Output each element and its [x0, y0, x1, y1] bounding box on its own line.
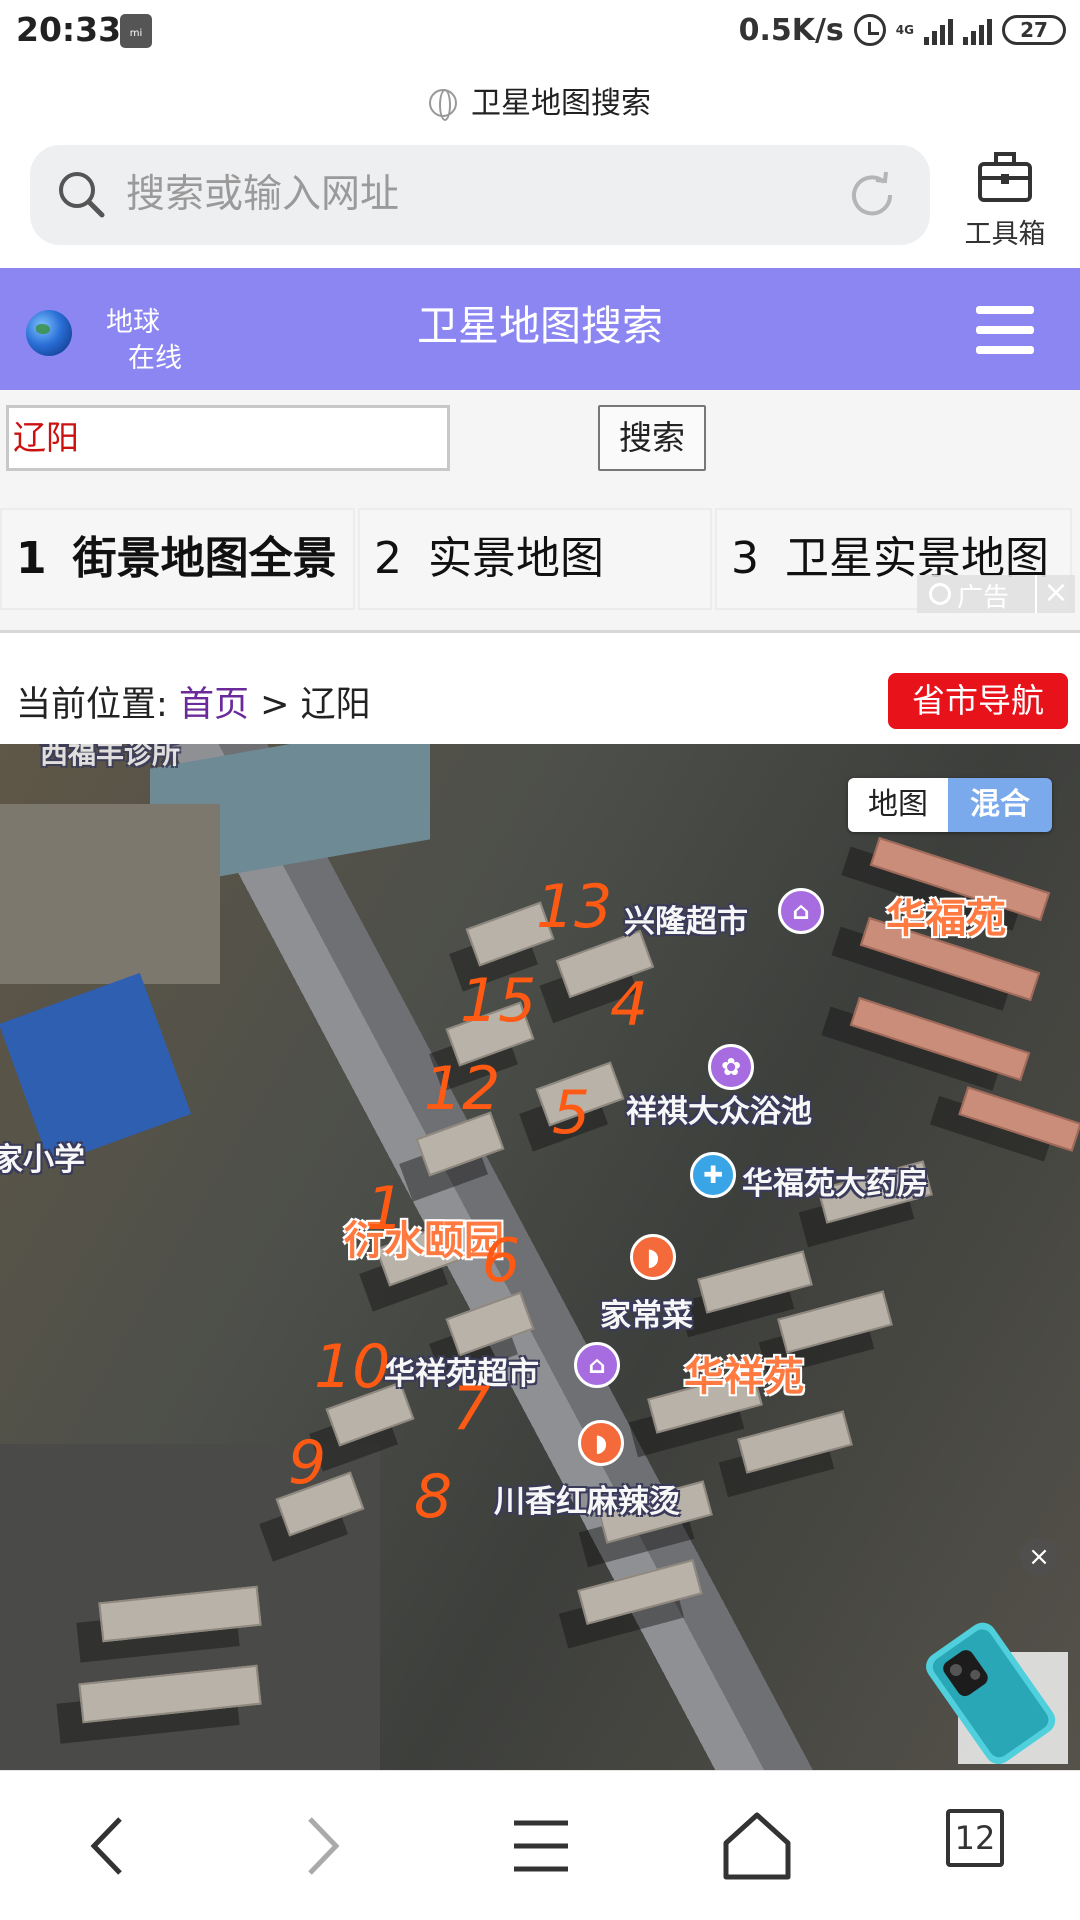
page-title: 卫星地图搜索 — [0, 78, 1080, 124]
tab-real-map[interactable]: 2 实景地图 — [358, 508, 712, 610]
floating-phone-ad[interactable] — [918, 1612, 1068, 1764]
handwritten-annotation: 12 — [424, 1054, 501, 1124]
tab-number: 1 — [16, 533, 47, 584]
satellite-map[interactable]: 西福丰诊所 兴隆超市 ⌂ 华福苑 ✿ 祥祺大众浴池 ✚ 华福苑大药房 衍水颐园 … — [0, 744, 1080, 1770]
building — [577, 1559, 703, 1625]
building — [737, 1410, 853, 1474]
logo-text-line1[interactable]: 地球 — [106, 300, 160, 339]
building — [849, 996, 1031, 1082]
map-type-toggle: 地图 混合 — [848, 778, 1052, 832]
address-input[interactable]: 搜索或输入网址 — [126, 145, 399, 245]
breadcrumb-prefix: 当前位置: — [16, 685, 168, 725]
handwritten-annotation: 8 — [414, 1462, 453, 1532]
earth-logo-icon[interactable] — [26, 310, 72, 356]
home-icon[interactable] — [712, 1801, 802, 1891]
pharmacy-icon[interactable]: ✚ — [690, 1152, 736, 1198]
map-label-huaxiangyuan[interactable]: 华祥苑 — [684, 1344, 804, 1402]
handwritten-annotation: 7 — [452, 1374, 491, 1444]
status-time: 20:33 — [16, 10, 122, 49]
network-type: 4G — [895, 23, 914, 37]
map-label-huafuyuan[interactable]: 华福苑 — [886, 886, 1006, 944]
map-label-school[interactable]: 家小学 — [0, 1134, 85, 1179]
handwritten-annotation: 13 — [536, 872, 613, 942]
hamburger-menu-icon[interactable] — [976, 306, 1034, 356]
breadcrumb-separator: > — [260, 685, 290, 725]
tab-label: 街景地图全景 — [72, 533, 337, 584]
ad-close-icon[interactable]: × — [1035, 575, 1075, 613]
signal-icon — [924, 15, 953, 45]
handwritten-annotation: 10 — [314, 1332, 391, 1402]
menu-icon[interactable] — [496, 1801, 586, 1891]
network-speed: 0.5K/s — [738, 12, 844, 48]
globe-icon — [429, 89, 457, 121]
site-header: 地球 在线 卫星地图搜索 — [0, 268, 1080, 390]
map-type-mixed-button[interactable]: 混合 — [948, 778, 1052, 832]
map-label-pharmacy[interactable]: 华福苑大药房 — [742, 1158, 928, 1203]
restaurant-icon-2[interactable]: ◗ — [578, 1420, 624, 1466]
toolbox-icon — [978, 152, 1032, 202]
map-label-clinic: 西福丰诊所 — [40, 744, 181, 770]
ad-label: 广告 — [957, 583, 1010, 613]
tab-number: 3 — [731, 533, 759, 584]
handwritten-annotation: 9 — [288, 1428, 327, 1498]
breadcrumb-current: 辽阳 — [300, 685, 371, 725]
tab-label: 实景地图 — [428, 533, 604, 584]
province-nav-button[interactable]: 省市导航 — [888, 673, 1068, 729]
browser-bottom-nav: 12 — [0, 1770, 1080, 1920]
forward-icon[interactable] — [278, 1801, 368, 1891]
breadcrumb-home-link[interactable]: 首页 — [179, 685, 249, 725]
handwritten-annotation: 1 — [366, 1174, 405, 1244]
mi-notification-icon: mi — [120, 14, 152, 48]
address-bar[interactable]: 搜索或输入网址 — [30, 145, 930, 245]
city-search-input[interactable]: 辽阳 — [6, 405, 450, 471]
toolbox-button[interactable]: 工具箱 — [950, 148, 1060, 250]
building — [958, 1086, 1080, 1152]
ad-info-icon — [929, 583, 951, 605]
city-search-button[interactable]: 搜索 — [598, 405, 706, 471]
status-bar: 20:33 mi 0.5K/s 4G 27 — [0, 0, 1080, 66]
map-label-malatang[interactable]: 川香红麻辣烫 — [494, 1476, 680, 1521]
handwritten-annotation: 6 — [482, 1226, 521, 1296]
bathhouse-icon[interactable]: ✿ — [708, 1044, 754, 1090]
village-area — [0, 804, 220, 984]
floating-ad-close-icon[interactable]: × — [1020, 1538, 1058, 1576]
divider — [0, 630, 1080, 633]
tab-number: 2 — [374, 533, 402, 584]
breadcrumb: 当前位置: 首页 > 辽阳 — [16, 676, 371, 727]
supermarket-icon-2[interactable]: ⌂ — [574, 1342, 620, 1388]
search-icon — [59, 172, 105, 218]
supermarket-icon[interactable]: ⌂ — [778, 888, 824, 934]
toolbox-label: 工具箱 — [964, 219, 1046, 250]
logo-text-line2[interactable]: 在线 — [128, 336, 182, 375]
ad-badge[interactable]: 广告 × — [917, 575, 1075, 613]
building — [445, 1291, 535, 1357]
restaurant-icon[interactable]: ◗ — [630, 1234, 676, 1280]
building — [697, 1250, 813, 1314]
reload-icon[interactable] — [844, 167, 900, 223]
battery-icon: 27 — [1002, 15, 1066, 45]
signal-icon-2 — [963, 15, 992, 45]
map-type-map-button[interactable]: 地图 — [848, 778, 948, 832]
map-label-jiachangcai[interactable]: 家常菜 — [600, 1290, 693, 1335]
tabs-count-button[interactable]: 12 — [946, 1809, 1004, 1867]
back-icon[interactable] — [62, 1801, 152, 1891]
map-label-xinglong-market[interactable]: 兴隆超市 — [624, 896, 748, 941]
status-indicators: 0.5K/s 4G 27 — [739, 10, 1066, 50]
page-title-text: 卫星地图搜索 — [471, 86, 651, 121]
handwritten-annotation: 4 — [610, 970, 649, 1040]
map-label-xiangqi-bath[interactable]: 祥祺大众浴池 — [626, 1086, 812, 1131]
alarm-icon — [853, 14, 886, 46]
handwritten-annotation: 15 — [460, 966, 537, 1036]
handwritten-annotation: 5 — [552, 1078, 591, 1148]
tab-street-view[interactable]: 1 街景地图全景 — [0, 508, 355, 610]
